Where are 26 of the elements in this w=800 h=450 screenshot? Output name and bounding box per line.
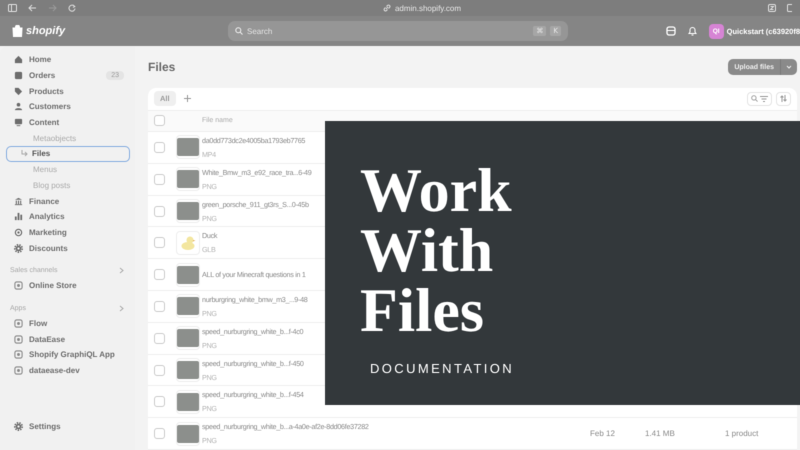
page-title: Files	[148, 60, 176, 74]
nav-item[interactable]: Home	[6, 52, 130, 68]
nav-item[interactable]: Customers	[6, 99, 130, 115]
banner-subtitle: DOCUMENTATION	[370, 361, 516, 376]
nav-item[interactable]: Marketing	[6, 224, 130, 240]
nav-item[interactable]: Finance	[6, 193, 130, 209]
nav-item[interactable]: Flow	[6, 316, 130, 332]
nav-item[interactable]: Files	[6, 146, 130, 162]
size-cell-text: 1.41 MB	[645, 429, 676, 438]
nav-item[interactable]: Online Store	[6, 278, 130, 294]
references-cell-text: 1 product	[725, 429, 760, 438]
nav-item[interactable]: DataEase	[6, 331, 130, 347]
nav-item[interactable]: Settings	[6, 418, 130, 434]
nav-item[interactable]: Menus	[6, 162, 130, 178]
nav-item[interactable]: Analytics	[6, 208, 130, 225]
nav-item[interactable]: dataease-dev	[6, 362, 130, 378]
nav-item[interactable]: Shopify GraphiQL App	[6, 347, 130, 363]
date-cell-text: Feb 12	[590, 429, 616, 438]
url-text[interactable]: admin.shopify.com	[394, 4, 462, 12]
nav-item[interactable]: Content	[6, 114, 130, 130]
nav-item[interactable]: Blog posts	[6, 178, 130, 194]
nav-item[interactable]: Discounts	[6, 240, 130, 256]
nav-item[interactable]: Metaobjects	[6, 130, 130, 146]
banner-title: Work With Files	[360, 161, 513, 341]
nav-item[interactable]: Products	[6, 83, 130, 100]
logo-text: shopify	[26, 25, 66, 37]
